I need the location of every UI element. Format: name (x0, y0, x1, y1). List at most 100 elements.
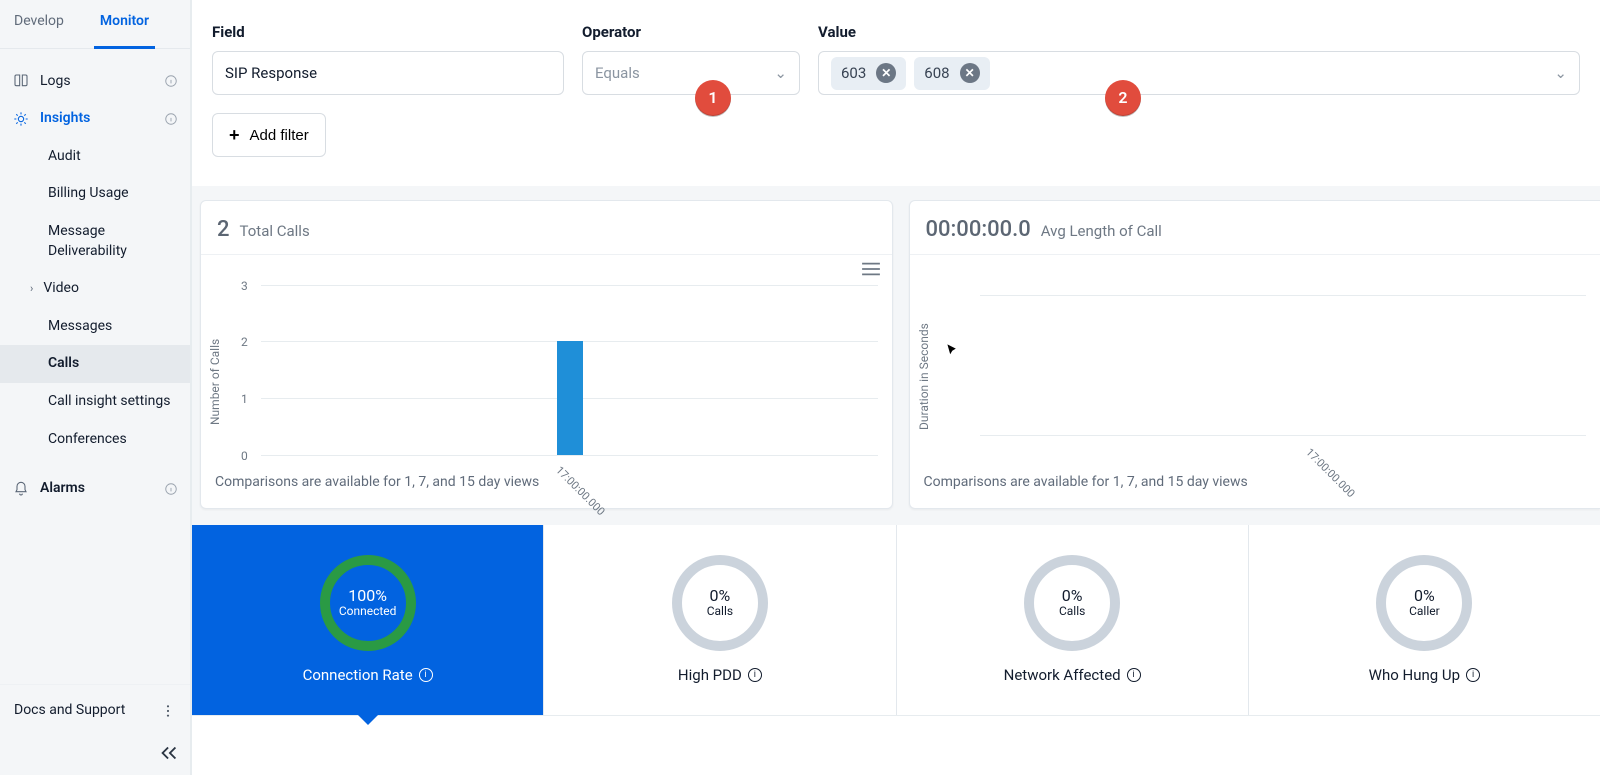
nav-video-label: Video (43, 279, 79, 299)
stat-tile-connection-rate[interactable]: 100%Connected Connection Ratei (192, 525, 544, 715)
ytick-label: 0 (241, 448, 248, 465)
y-axis-label: Duration in Seconds (916, 323, 933, 430)
gauge-sub: Connected (339, 605, 397, 619)
gauge-sub: Calls (1059, 605, 1085, 619)
card-head: 00:00:00.0 Avg Length of Call (910, 201, 1600, 255)
field-input[interactable]: SIP Response (212, 51, 564, 95)
tab-develop[interactable]: Develop (8, 12, 70, 48)
tile-title: Connection Ratei (303, 665, 433, 686)
nav-video[interactable]: › Video (0, 270, 190, 308)
remove-chip-icon[interactable]: ✕ (960, 63, 980, 83)
operator-select[interactable]: Equals ⌄ (582, 51, 800, 95)
nav-message-deliverability[interactable]: Message Deliverability (0, 213, 190, 270)
add-filter-label: Add filter (250, 127, 309, 144)
remove-chip-icon[interactable]: ✕ (876, 63, 896, 83)
nav-billing-usage[interactable]: Billing Usage (0, 175, 190, 213)
side-nav: Logs Insights Audit Billing Usage Messag… (0, 49, 190, 685)
chip-label: 608 (924, 63, 949, 84)
nav-alarms[interactable]: Alarms (0, 470, 190, 508)
ytick-label: 3 (241, 278, 248, 295)
chevron-right-icon: › (30, 281, 33, 296)
gauge-ring: 0%Calls (672, 555, 768, 651)
total-calls-count: 2 (217, 215, 230, 246)
bar[interactable] (557, 341, 583, 454)
collapse-sidebar[interactable] (0, 737, 190, 775)
nav-md-label: Message Deliverability (48, 223, 127, 259)
nav-call-insight-settings[interactable]: Call insight settings (0, 383, 190, 421)
info-icon[interactable] (164, 482, 178, 496)
sidebar: Develop Monitor Logs Insights (0, 0, 191, 775)
nav-docs-support[interactable]: Docs and Support (0, 684, 190, 737)
callout-badge-2: 2 (1105, 80, 1141, 116)
stat-tile-network-affected[interactable]: 0%Calls Network Affectedi (897, 525, 1249, 715)
value-label: Value (818, 22, 1580, 43)
nav-audit-label: Audit (48, 148, 81, 164)
value-chip-603[interactable]: 603 ✕ (831, 57, 906, 90)
avg-length-value: 00:00:00.0 (926, 215, 1031, 246)
nav-alarms-label: Alarms (40, 479, 85, 499)
card-head: 2 Total Calls (201, 201, 892, 255)
tab-monitor[interactable]: Monitor (94, 12, 155, 49)
gridline: 3 (261, 285, 878, 286)
tile-title: High PDDi (678, 665, 762, 686)
info-icon[interactable]: i (419, 668, 433, 682)
nav-messages[interactable]: Messages (0, 308, 190, 346)
operator-value: Equals (595, 63, 640, 84)
field-label: Field (212, 22, 564, 43)
stat-tile-who-hung-up[interactable]: 0%Caller Who Hung Upi (1249, 525, 1600, 715)
filters-panel: Field SIP Response Operator Equals ⌄ Val… (192, 0, 1600, 186)
total-calls-title: Total Calls (240, 221, 310, 242)
info-icon[interactable] (164, 74, 178, 88)
gauge-pct: 100% (348, 587, 387, 605)
gridline (980, 435, 1587, 436)
callout-badge-1: 1 (695, 80, 731, 116)
nav-conf-label: Conferences (48, 431, 127, 447)
nav-logs[interactable]: Logs (0, 63, 190, 101)
nav-calls-label: Calls (48, 355, 79, 371)
more-icon[interactable] (160, 703, 176, 719)
add-filter-button[interactable]: + Add filter (212, 113, 326, 157)
gauge-sub: Calls (707, 605, 733, 619)
tile-title: Who Hung Upi (1369, 665, 1480, 686)
gauge-sub: Caller (1409, 605, 1440, 619)
gauge-pct: 0% (1062, 587, 1083, 605)
nav-conferences[interactable]: Conferences (0, 421, 190, 459)
filter-field: Field SIP Response (212, 22, 564, 95)
nav-insights-label: Insights (40, 109, 90, 129)
nav-logs-label: Logs (40, 72, 71, 92)
value-input[interactable]: 603 ✕ 608 ✕ ⌄ (818, 51, 1580, 95)
chevron-down-icon: ⌄ (774, 63, 787, 84)
nav-audit[interactable]: Audit (0, 138, 190, 176)
chevron-down-icon: ⌄ (1554, 63, 1567, 84)
value-chip-608[interactable]: 608 ✕ (914, 57, 989, 90)
cursor-icon (946, 343, 960, 357)
insights-icon (12, 111, 30, 127)
info-icon[interactable]: i (1127, 668, 1141, 682)
info-icon[interactable]: i (1466, 668, 1480, 682)
card-avg-length: 00:00:00.0 Avg Length of Call Duration i… (909, 200, 1600, 509)
book-icon (12, 73, 30, 89)
card-note: Comparisons are available for 1, 7, and … (201, 463, 892, 509)
chevrons-left-icon (158, 745, 180, 761)
nav-calls[interactable]: Calls (0, 345, 190, 383)
nav-cis-label: Call insight settings (48, 393, 170, 409)
info-icon[interactable] (164, 112, 178, 126)
info-icon[interactable]: i (748, 668, 762, 682)
ytick-label: 2 (241, 334, 248, 351)
gridline: 0 (261, 455, 878, 456)
ytick-label: 1 (241, 391, 248, 408)
nav-messages-label: Messages (48, 318, 112, 334)
nav-docs-label: Docs and Support (14, 701, 125, 721)
tile-title: Network Affectedi (1004, 665, 1141, 686)
nav-billing-label: Billing Usage (48, 185, 129, 201)
nav-insights[interactable]: Insights (0, 100, 190, 138)
gauge-ring: 0%Calls (1024, 555, 1120, 651)
bell-icon (12, 481, 30, 497)
bar-chart: 012317:00:00.000 (261, 265, 878, 455)
gridline (980, 295, 1587, 296)
gauge-ring: 0%Caller (1376, 555, 1472, 651)
y-axis-label: Number of Calls (207, 339, 224, 425)
main: Field SIP Response Operator Equals ⌄ Val… (191, 0, 1600, 775)
stat-tile-high-pdd[interactable]: 0%Calls High PDDi (544, 525, 896, 715)
active-indicator (358, 715, 378, 725)
